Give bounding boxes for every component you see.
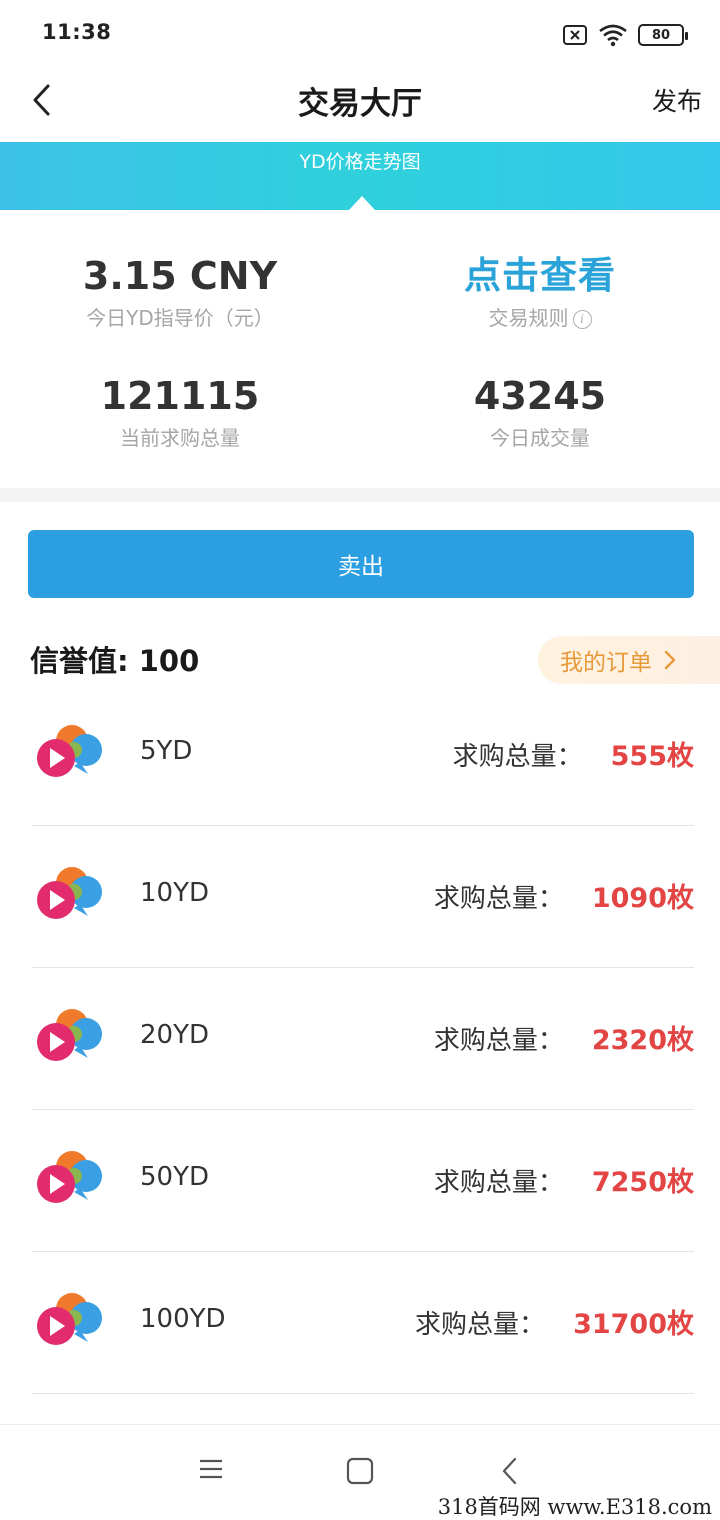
package-name: 100YD bbox=[140, 1304, 226, 1334]
package-row[interactable]: 10YD 求购总量： 1090枚 bbox=[0, 826, 720, 968]
my-orders-label: 我的订单 bbox=[560, 650, 652, 676]
info-icon[interactable]: i bbox=[572, 309, 592, 329]
package-demand: 求购总量： 31700枚 bbox=[415, 1302, 694, 1341]
nav-back-icon bbox=[502, 1457, 517, 1485]
yd-logo-icon bbox=[34, 1148, 106, 1210]
wifi-icon bbox=[599, 24, 627, 47]
credit-value: 100 bbox=[138, 644, 200, 678]
demand-label: 求购总量： bbox=[433, 1168, 564, 1198]
demand-value: 555枚 bbox=[610, 741, 694, 772]
credit-score: 信誉值: 100 bbox=[30, 638, 199, 680]
system-back-button[interactable] bbox=[500, 1457, 520, 1489]
volume-value: 43245 bbox=[473, 374, 607, 418]
status-time: 11:38 bbox=[42, 20, 112, 44]
demand-total-label: 当前求购总量 bbox=[120, 426, 240, 450]
trade-rules-label: 交易规则 i bbox=[360, 302, 720, 331]
home-button[interactable] bbox=[346, 1457, 374, 1489]
package-row[interactable]: 20YD 求购总量： 2320枚 bbox=[0, 968, 720, 1110]
view-rules-link[interactable]: 点击查看 bbox=[360, 252, 720, 300]
demand-value: 1090枚 bbox=[591, 883, 694, 914]
package-demand: 求购总量： 7250枚 bbox=[434, 1160, 694, 1199]
row-divider bbox=[32, 1392, 694, 1394]
home-square-icon bbox=[346, 1457, 374, 1485]
package-name: 20YD bbox=[140, 1020, 209, 1050]
package-row[interactable]: 100YD 求购总量： 31700枚 bbox=[0, 1252, 720, 1394]
package-name: 5YD bbox=[140, 736, 193, 766]
package-list: 5YD 求购总量： 555枚 10YD 求购总量： 1090枚 20YD 求购总量： 232… bbox=[0, 684, 720, 1394]
package-demand: 求购总量： 1090枚 bbox=[434, 876, 694, 915]
package-row[interactable]: 5YD 求购总量： 555枚 bbox=[0, 684, 720, 826]
volume-stat: 43245 今日成交量 bbox=[360, 372, 720, 451]
demand-label: 求购总量： bbox=[433, 884, 564, 914]
trade-rules-stat[interactable]: 点击查看 交易规则 i bbox=[360, 252, 720, 331]
package-demand: 求购总量： 555枚 bbox=[453, 734, 694, 773]
yd-logo-icon bbox=[34, 722, 106, 784]
package-name: 50YD bbox=[140, 1162, 209, 1192]
price-trend-label: YD价格走势图 bbox=[299, 151, 421, 173]
demand-total-value: 121115 bbox=[100, 374, 260, 418]
guide-price-label: 今日YD指导价（元） bbox=[86, 306, 274, 330]
chevron-right-icon bbox=[664, 650, 676, 670]
demand-value: 31700枚 bbox=[573, 1309, 694, 1340]
demand-label: 求购总量： bbox=[452, 742, 583, 772]
sim-off-icon bbox=[563, 25, 587, 45]
demand-value: 2320枚 bbox=[591, 1025, 694, 1056]
menu-button[interactable] bbox=[198, 1457, 224, 1485]
guide-price-value: 3.15 CNY bbox=[82, 254, 278, 298]
site-watermark: 318首码网 www.E318.com bbox=[423, 1492, 720, 1520]
publish-button[interactable]: 发布 bbox=[652, 82, 702, 118]
stats-panel: 3.15 CNY 今日YD指导价（元） 点击查看 交易规则 i 121115 当前… bbox=[0, 210, 720, 488]
battery-indicator: 80 bbox=[638, 24, 688, 46]
demand-value: 7250枚 bbox=[591, 1167, 694, 1198]
demand-total-stat: 121115 当前求购总量 bbox=[0, 372, 360, 451]
package-demand: 求购总量： 2320枚 bbox=[434, 1018, 694, 1057]
demand-label: 求购总量： bbox=[433, 1026, 564, 1056]
yd-logo-icon bbox=[34, 864, 106, 926]
menu-icon bbox=[200, 1459, 222, 1479]
volume-label: 今日成交量 bbox=[490, 426, 590, 450]
status-bar: 11:38 80 bbox=[0, 0, 720, 66]
package-row[interactable]: 50YD 求购总量： 7250枚 bbox=[0, 1110, 720, 1252]
sell-button[interactable]: 卖出 bbox=[28, 530, 694, 598]
page-title: 交易大厅 bbox=[298, 86, 422, 122]
status-icons: 80 bbox=[562, 22, 688, 48]
yd-logo-icon bbox=[34, 1290, 106, 1352]
banner-pointer bbox=[349, 196, 375, 210]
guide-price-stat: 3.15 CNY 今日YD指导价（元） bbox=[0, 252, 360, 331]
package-name: 10YD bbox=[140, 878, 209, 908]
battery-level: 80 bbox=[651, 27, 671, 43]
my-orders-button[interactable]: 我的订单 bbox=[538, 636, 720, 684]
nav-bar: 交易大厅 发布 bbox=[0, 66, 720, 142]
trade-rules-text: 交易规则 bbox=[488, 306, 569, 330]
section-divider bbox=[0, 488, 720, 502]
credit-label: 信誉值: bbox=[30, 644, 129, 678]
yd-logo-icon bbox=[34, 1006, 106, 1068]
demand-label: 求购总量： bbox=[415, 1310, 546, 1340]
